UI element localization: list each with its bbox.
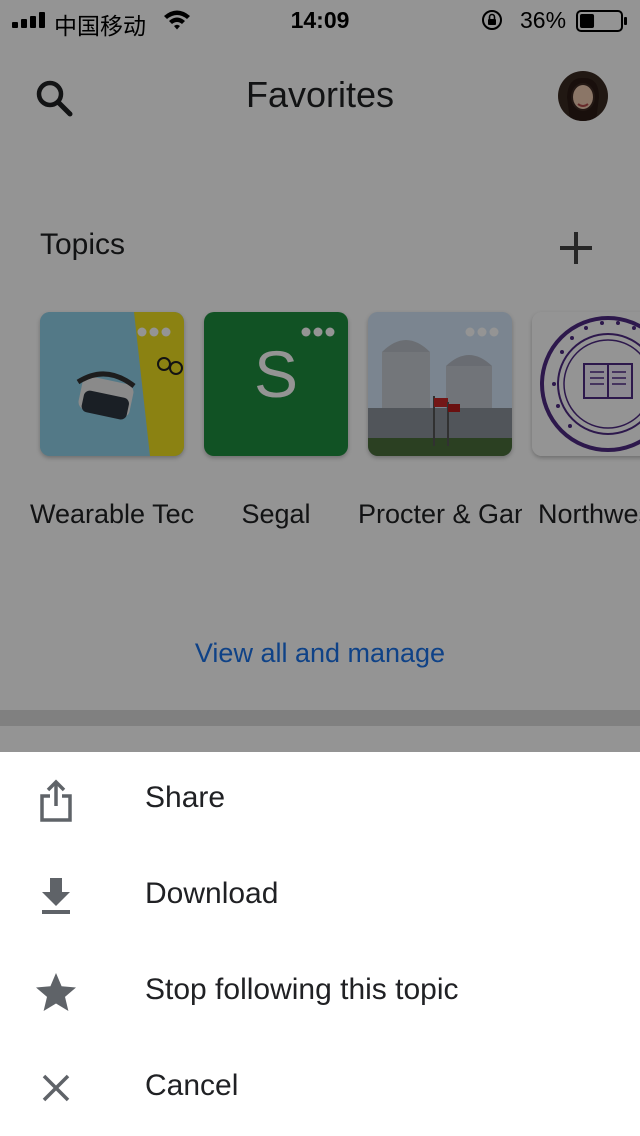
stop-following-label: Stop following this topic (145, 973, 459, 1006)
share-option[interactable]: Share (0, 752, 640, 848)
action-sheet: Share Download Stop following this topic… (0, 752, 640, 1136)
close-icon (42, 1074, 70, 1102)
dim-overlay[interactable] (0, 0, 640, 752)
download-option[interactable]: Download (0, 848, 640, 944)
download-icon (42, 878, 70, 914)
stop-following-option[interactable]: Stop following this topic (0, 944, 640, 1040)
cancel-label: Cancel (145, 1069, 239, 1102)
download-label: Download (145, 877, 279, 910)
share-label: Share (145, 781, 226, 814)
cancel-option[interactable]: Cancel (0, 1040, 640, 1136)
share-icon (40, 779, 72, 822)
star-icon (36, 973, 76, 1011)
